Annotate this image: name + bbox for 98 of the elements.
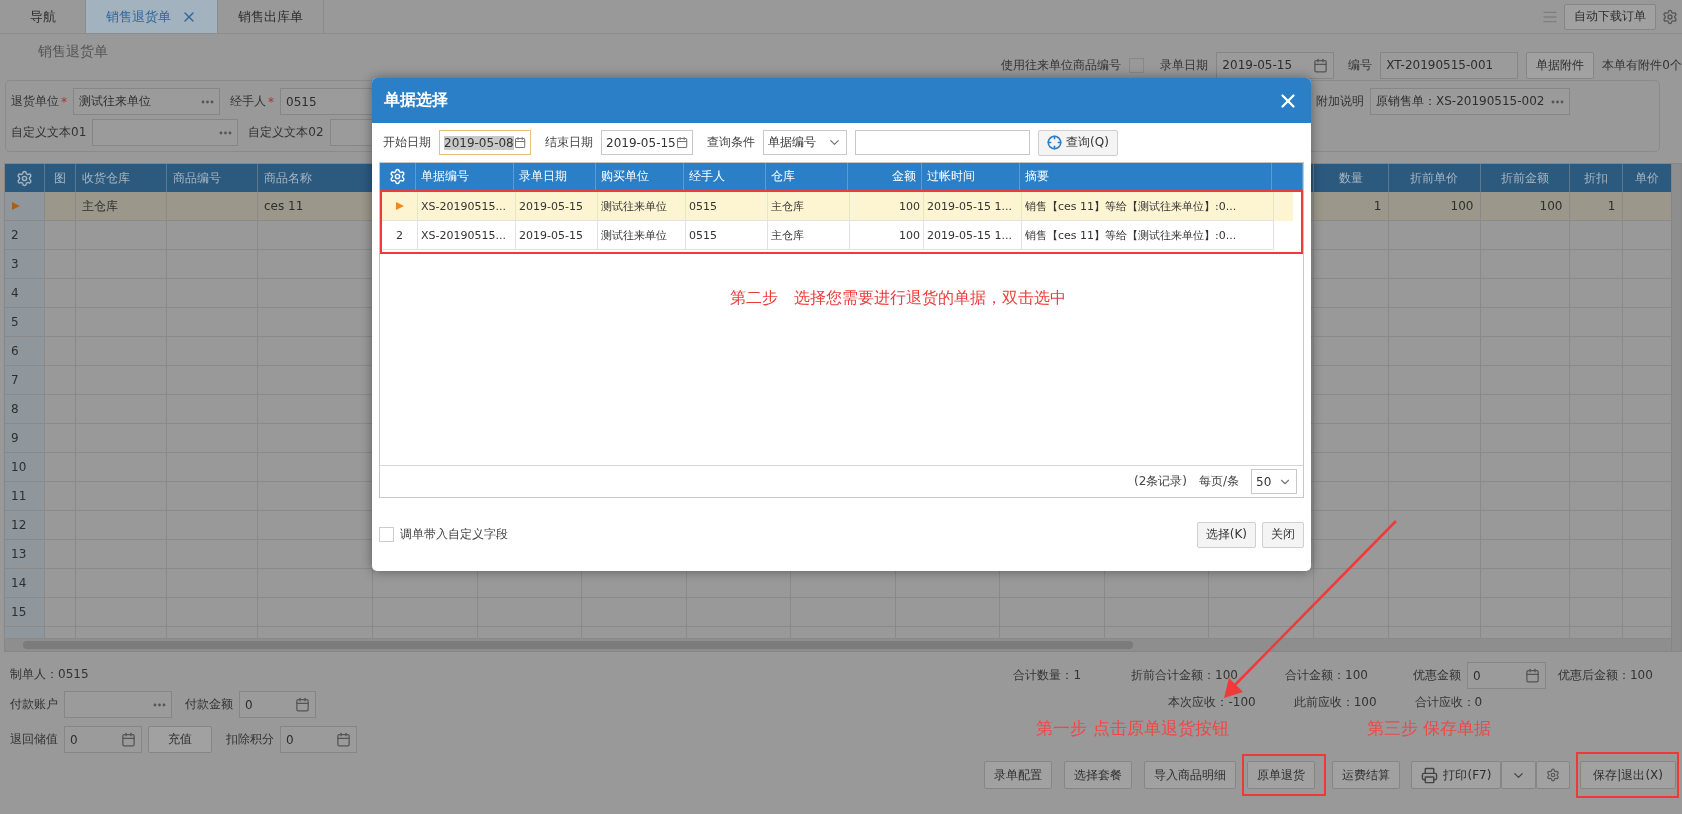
field-label: 开始日期 [383, 134, 431, 151]
field-label: 优惠金额 [1412, 667, 1461, 684]
step-annotation: 第二步 选择您需要进行退货的单据，双击选中 [730, 288, 1067, 309]
total-text: 合计数量：1 [1013, 667, 1082, 684]
column-header[interactable]: 金额 [848, 163, 922, 190]
field-label: 结束日期 [545, 134, 593, 151]
column-header[interactable]: 过帐时间 [922, 163, 1020, 190]
field-label: 每页/条 [1198, 473, 1239, 490]
field-label: 自定义文本01 [11, 124, 87, 141]
row-number[interactable]: 2 [5, 221, 45, 250]
table-cell: 测试往来单位 [598, 221, 686, 250]
dialog-button[interactable]: 选择(K) [1196, 521, 1256, 548]
total-text: 折前合计金额：100 [1131, 667, 1238, 684]
step-annotation: 第三步 保存单据 [1366, 717, 1492, 740]
field-label: 退回储值 [10, 731, 58, 748]
column-header[interactable]: 经手人 [684, 163, 766, 190]
receivable-text: 合计应收：0 [1414, 694, 1483, 711]
table-cell: XS-20190515... [418, 221, 516, 250]
total-text: 优惠后金额：100 [1557, 667, 1653, 684]
column-header[interactable]: 仓库 [766, 163, 848, 190]
condition-select[interactable]: 单据编号 [763, 130, 847, 155]
row-number[interactable]: 6 [5, 337, 45, 366]
attachment-note: 本单有附件0个 [1602, 56, 1682, 74]
date-field[interactable]: 2019-05-15 [1216, 51, 1335, 79]
field-label: 自定义文本02 [248, 124, 324, 141]
row-number[interactable]: 10 [5, 453, 45, 482]
field-label: 附加说明 [1316, 93, 1364, 110]
attachment-button[interactable]: 单据附件 [1526, 51, 1595, 79]
record-count: (2条记录) [1133, 473, 1187, 490]
table-cell: 100 [1480, 192, 1570, 221]
toolbar-button[interactable]: 自动下载订单 [1564, 3, 1656, 30]
print-button[interactable]: 打印(F7) [1411, 761, 1502, 789]
field-label: 退货单位 [11, 93, 59, 110]
column-header[interactable]: 摘要 [1020, 163, 1272, 190]
field-label: 付款账户 [10, 696, 58, 713]
row-number[interactable]: 7 [5, 366, 45, 395]
number-field[interactable]: 0 [1466, 662, 1546, 689]
date-field[interactable]: 2019-05-15 [601, 130, 693, 155]
page-size-select[interactable]: 50 [1251, 469, 1297, 494]
row-number[interactable]: 3 [5, 250, 45, 279]
column-header[interactable]: 录单日期 [514, 163, 596, 190]
required-mark: * [61, 94, 67, 109]
action-button[interactable]: 录单配置 [984, 761, 1053, 789]
number-field[interactable]: XT-20190515-001 [1380, 51, 1519, 79]
field-label: 付款金额 [185, 696, 233, 713]
row-number[interactable]: 9 [5, 424, 45, 453]
row-number[interactable]: 5 [5, 308, 45, 337]
table-cell: 2019-05-15 1... [924, 221, 1022, 250]
field-label: 编号 [1348, 56, 1373, 74]
row-number[interactable]: 12 [5, 511, 45, 540]
field-label: 录单日期 [1160, 56, 1209, 74]
total-text: 合计金额：100 [1285, 667, 1368, 684]
row-number[interactable]: 11 [5, 482, 45, 511]
field-label: 扣除积分 [226, 731, 274, 748]
maker-text: 制单人：0515 [10, 666, 90, 683]
table-cell: 1 [1313, 192, 1389, 221]
action-button[interactable]: 导入商品明细 [1144, 761, 1237, 789]
row-number[interactable]: 4 [5, 279, 45, 308]
table-cell: 销售【ces 11】等给【测试往来单位】:0... [1022, 221, 1274, 250]
query-button[interactable]: 查询(Q) [1038, 129, 1118, 156]
table-cell: ces 11 [258, 192, 373, 221]
table-cell: 主仓库 [76, 192, 167, 221]
table-cell: 1 [1569, 192, 1623, 221]
action-button[interactable]: 原单退货 [1247, 761, 1316, 789]
step-annotation: 第一步 点击原单退货按钮 [1036, 717, 1229, 740]
page-title: 销售退货单 [37, 42, 108, 61]
field-label: 使用往来单位商品编号 [1001, 56, 1122, 74]
table-cell: 主仓库 [768, 221, 850, 250]
number-field[interactable]: 0 [64, 726, 142, 753]
checkbox-label: 调单带入自定义字段 [400, 526, 508, 543]
table-cell: 100 [1388, 192, 1481, 221]
action-button[interactable]: 选择套餐 [1064, 761, 1133, 789]
column-header[interactable]: 单据编号 [416, 163, 514, 190]
row-number[interactable]: 13 [5, 540, 45, 569]
lookup-field[interactable]: 测试往来单位 [73, 88, 220, 115]
table-row[interactable]: XS-20190515... 2019-05-15 测试往来单位 0515 主仓库 100 2019-05-15 1... 销售【ces 11】等给【测试往来单位】:0... [382, 192, 1293, 221]
dialog-button[interactable]: 关闭 [1262, 521, 1304, 548]
table-cell: 2019-05-15 [516, 221, 598, 250]
column-header[interactable]: 购买单位 [596, 163, 684, 190]
field-label: 经手人 [230, 93, 266, 110]
required-mark: * [268, 94, 274, 109]
field-label: 查询条件 [707, 134, 755, 151]
lookup-field[interactable]: 原销售单：XS-20190515-002 [1370, 88, 1570, 115]
tab[interactable]: 销售退货单 [86, 0, 218, 33]
action-button[interactable]: 运费结算 [1332, 761, 1401, 789]
date-field[interactable]: 2019-05-08 [439, 130, 531, 155]
number-field[interactable]: 0 [239, 691, 316, 718]
row-number[interactable]: 15 [5, 598, 45, 627]
number-field[interactable]: 0 [280, 726, 357, 753]
save-button[interactable]: 保存|退出(X) [1580, 761, 1676, 789]
recharge-button[interactable]: 充值 [148, 726, 212, 753]
row-number[interactable]: 14 [5, 569, 45, 598]
row-number[interactable]: 8 [5, 395, 45, 424]
receivable-text: 此前应收：100 [1293, 694, 1377, 711]
row-number: 2 [396, 228, 403, 242]
table-cell: 0515 [686, 221, 768, 250]
table-cell: 100 [850, 221, 924, 250]
receivable-text: 本次应收：-100 [1168, 694, 1256, 711]
